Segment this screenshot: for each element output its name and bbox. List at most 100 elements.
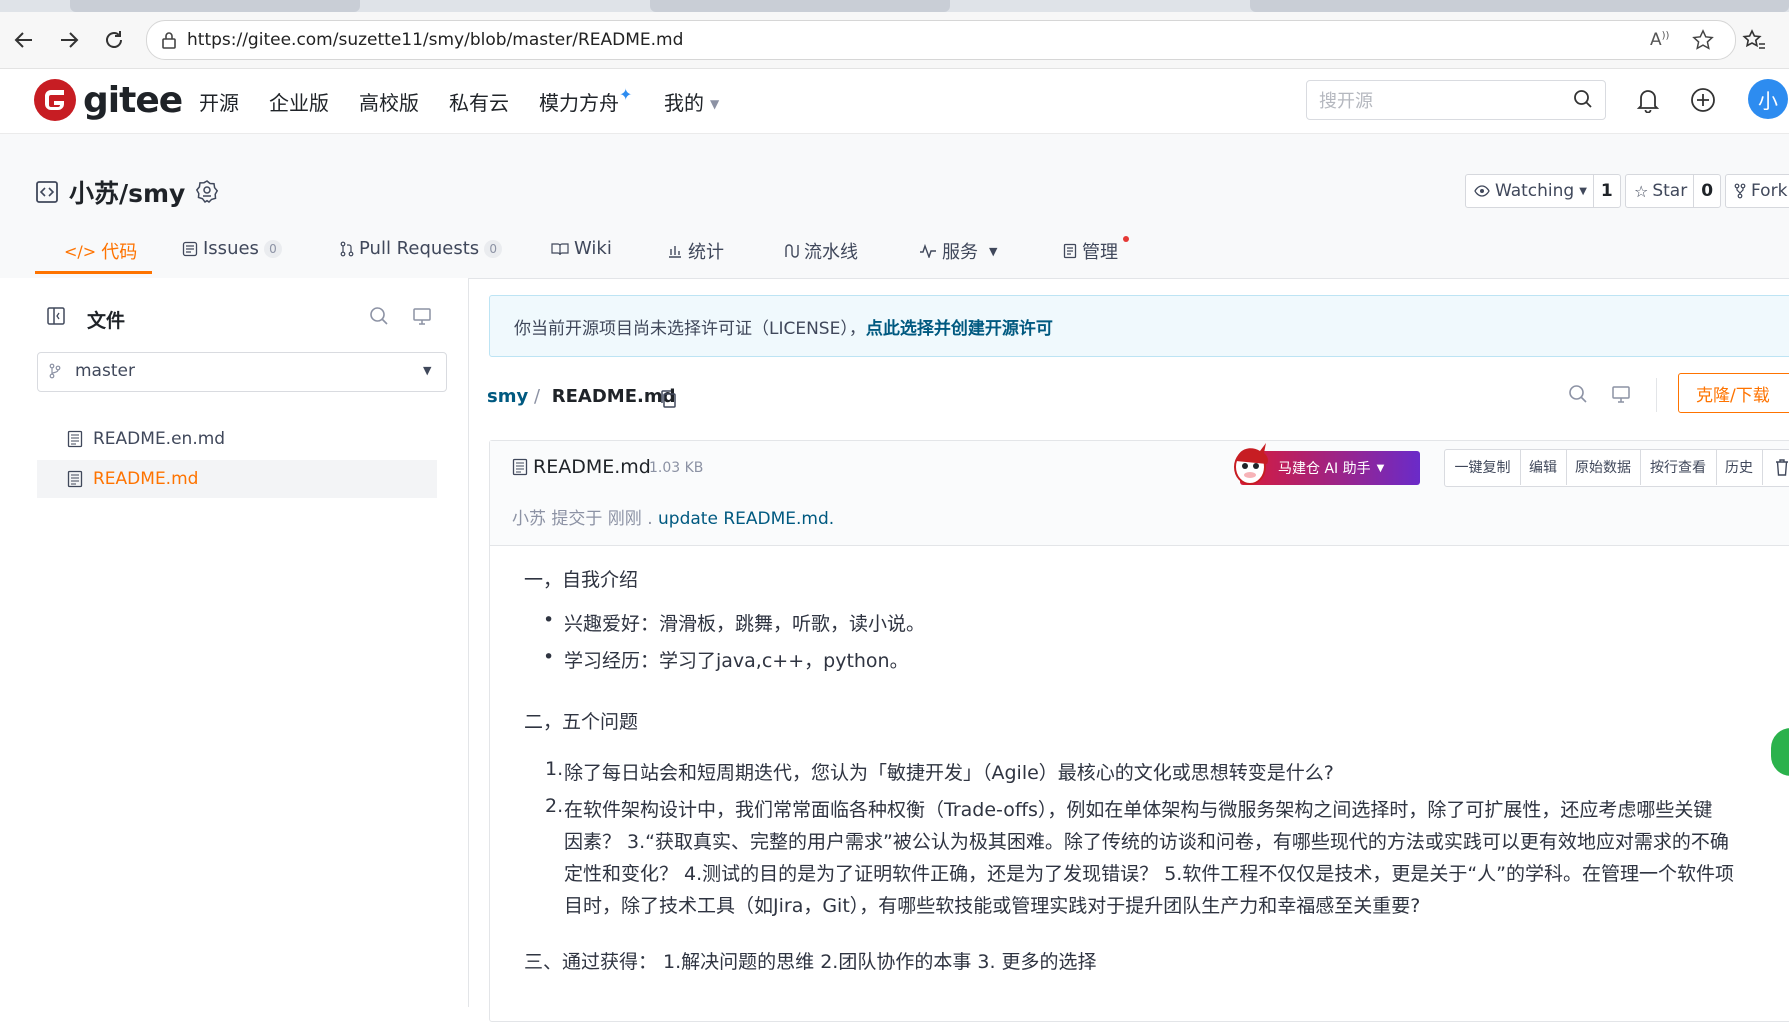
star-count[interactable]: 0 [1693, 175, 1720, 207]
edit-button[interactable]: 编辑 [1520, 449, 1567, 485]
tab-stats[interactable]: 统计 [667, 238, 724, 264]
forward-icon[interactable] [55, 26, 83, 54]
commit-message-link[interactable]: update README.md. [658, 509, 834, 529]
tab-code[interactable]: </> 代码 [64, 238, 137, 264]
tab-services[interactable]: 服务 ▼ [919, 238, 997, 264]
recommended-badge-icon[interactable] [194, 179, 220, 205]
history-button[interactable]: 历史 [1716, 449, 1763, 485]
watch-button[interactable]: Watching ▼ 1 [1465, 174, 1621, 208]
copy-all-button[interactable]: 一键复制 [1445, 449, 1521, 485]
wiki-book-icon [551, 242, 569, 255]
license-notice: 你当前开源项目尚未选择许可证（LICENSE），点此选择并创建开源许可 [489, 295, 1789, 357]
manage-doc-icon [1063, 243, 1077, 259]
nav-open-source[interactable]: 开源 [199, 87, 239, 116]
tab-manage-label: 管理 [1082, 242, 1118, 263]
web-ide-icon[interactable] [412, 306, 432, 326]
tab-pipeline[interactable]: 流水线 [783, 238, 858, 264]
user-avatar[interactable]: 小 [1748, 79, 1788, 119]
favorite-star-icon[interactable] [1692, 29, 1714, 51]
ai-mascot-icon [1230, 441, 1272, 487]
clone-download-label: 克隆/下载 [1696, 385, 1770, 406]
nav-education[interactable]: 高校版 [359, 87, 419, 116]
watch-label: Watching [1495, 181, 1575, 201]
code-icon: </> [64, 241, 97, 261]
raw-button[interactable]: 原始数据 [1566, 449, 1641, 485]
back-icon[interactable] [10, 26, 38, 54]
tab-wiki[interactable]: Wiki [551, 238, 612, 259]
nav-moli-label: 模力方舟 [539, 91, 619, 115]
copy-path-icon[interactable] [659, 389, 677, 409]
file-item-readme-active[interactable]: README.md [37, 460, 437, 498]
address-bar[interactable]: https://gitee.com/suzette11/smy/blob/mas… [146, 20, 1736, 60]
browser-tab[interactable] [70, 0, 360, 12]
tab-manage[interactable]: 管理 [1063, 236, 1129, 264]
readme-heading-intro: 一，自我介绍 [524, 569, 639, 591]
collapse-sidebar-icon[interactable] [46, 306, 66, 326]
toolbar-divider [1656, 378, 1657, 412]
nav-moli-fangzhou[interactable]: 模力方舟✦ [539, 85, 632, 116]
commit-info: 小苏 提交于 刚刚 . update README.md. [512, 504, 834, 529]
watch-count[interactable]: 1 [1592, 175, 1620, 207]
create-plus-icon[interactable] [1690, 87, 1716, 113]
gitee-logo[interactable]: gitee [33, 78, 183, 122]
bullet-dot: • [543, 646, 555, 668]
readme-question-2-line: 在软件架构设计中，我们常常面临各种权衡（Trade-offs），例如在单体架构与… [564, 799, 1713, 821]
favorites-list-icon[interactable] [1740, 26, 1768, 54]
fork-button[interactable]: Fork [1725, 174, 1789, 208]
breadcrumb-repo-link[interactable]: smy [487, 386, 528, 407]
branch-selector[interactable]: master ▼ [37, 352, 447, 392]
repo-title[interactable]: 小苏/smy [69, 174, 185, 210]
reload-icon[interactable] [100, 26, 128, 54]
nav-mine-label: 我的 [664, 91, 704, 115]
sidebar-search-icon[interactable] [369, 306, 389, 326]
delete-file-icon[interactable] [1774, 457, 1789, 477]
notification-bell-icon[interactable] [1636, 87, 1660, 113]
license-notice-text: 你当前开源项目尚未选择许可证（LICENSE）， [514, 319, 866, 339]
star-label-wrap: ☆ Star [1626, 181, 1693, 201]
nav-private-cloud[interactable]: 私有云 [449, 87, 509, 116]
fork-label: Fork [1751, 181, 1788, 201]
caret-down-icon: ▼ [1579, 185, 1587, 197]
site-search[interactable] [1306, 80, 1606, 120]
nav-enterprise[interactable]: 企业版 [269, 87, 329, 116]
tab-pull-requests[interactable]: Pull Requests 0 [340, 238, 503, 259]
tab-code-label: 代码 [101, 242, 138, 263]
license-create-link[interactable]: 点此选择并创建开源许可 [866, 319, 1053, 339]
lock-icon[interactable] [161, 31, 177, 49]
browser-tab[interactable] [1250, 0, 1789, 12]
bar-chart-icon [669, 246, 681, 258]
star-icon: ☆ [1634, 181, 1649, 201]
watch-label-wrap: Watching ▼ [1466, 181, 1593, 201]
ai-assistant-button[interactable]: 马建仓 AI 助手 ▼ [1234, 443, 1420, 485]
commit-meta: 小苏 提交于 刚刚 . [512, 509, 653, 529]
list-number: 2. [545, 795, 564, 817]
url-text[interactable]: https://gitee.com/suzette11/smy/blob/mas… [187, 30, 683, 50]
readme-heading-gains: 三、通过获得： 1.解决问题的思维 2.团队协作的本事 3. 更多的选择 [524, 951, 1097, 973]
fork-label-wrap: Fork [1726, 181, 1789, 201]
blame-button[interactable]: 按行查看 [1640, 449, 1717, 485]
sidebar-title: 文件 [87, 310, 126, 332]
tab-issues[interactable]: Issues 0 [182, 238, 282, 259]
branch-icon [49, 363, 61, 379]
readme-question-2-line: 定性和变化？ 4.测试的目的是为了证明软件正确，还是为了发现错误？ 5.软件工程… [564, 863, 1735, 885]
tab-wiki-label: Wiki [574, 238, 612, 259]
file-icon [67, 430, 83, 448]
search-icon[interactable] [1573, 89, 1593, 109]
readme-question-2-line: 因素？ 3.“获取真实、完整的用户需求”被公认为极其困难。除了传统的访谈和问卷，… [564, 831, 1729, 853]
active-tab-indicator [35, 271, 152, 274]
search-input[interactable] [1317, 87, 1571, 115]
file-item-readme-en[interactable]: README.en.md [37, 420, 437, 458]
tab-stats-label: 统计 [688, 242, 724, 263]
file-search-icon[interactable] [1568, 384, 1588, 404]
clone-download-button[interactable]: 克隆/下载 [1678, 373, 1789, 413]
star-label: Star [1652, 181, 1688, 201]
nav-mine[interactable]: 我的 ▼ [664, 87, 719, 116]
file-item-label: README.en.md [93, 429, 226, 449]
tab-pr-label: Pull Requests [359, 238, 480, 259]
activity-icon [920, 244, 936, 258]
readme-heading-questions: 二，五个问题 [524, 711, 639, 733]
browser-tab[interactable] [650, 0, 950, 12]
read-aloud-icon[interactable]: A)) [1650, 30, 1669, 50]
file-web-ide-icon[interactable] [1611, 384, 1631, 404]
star-button[interactable]: ☆ Star 0 [1625, 174, 1722, 208]
